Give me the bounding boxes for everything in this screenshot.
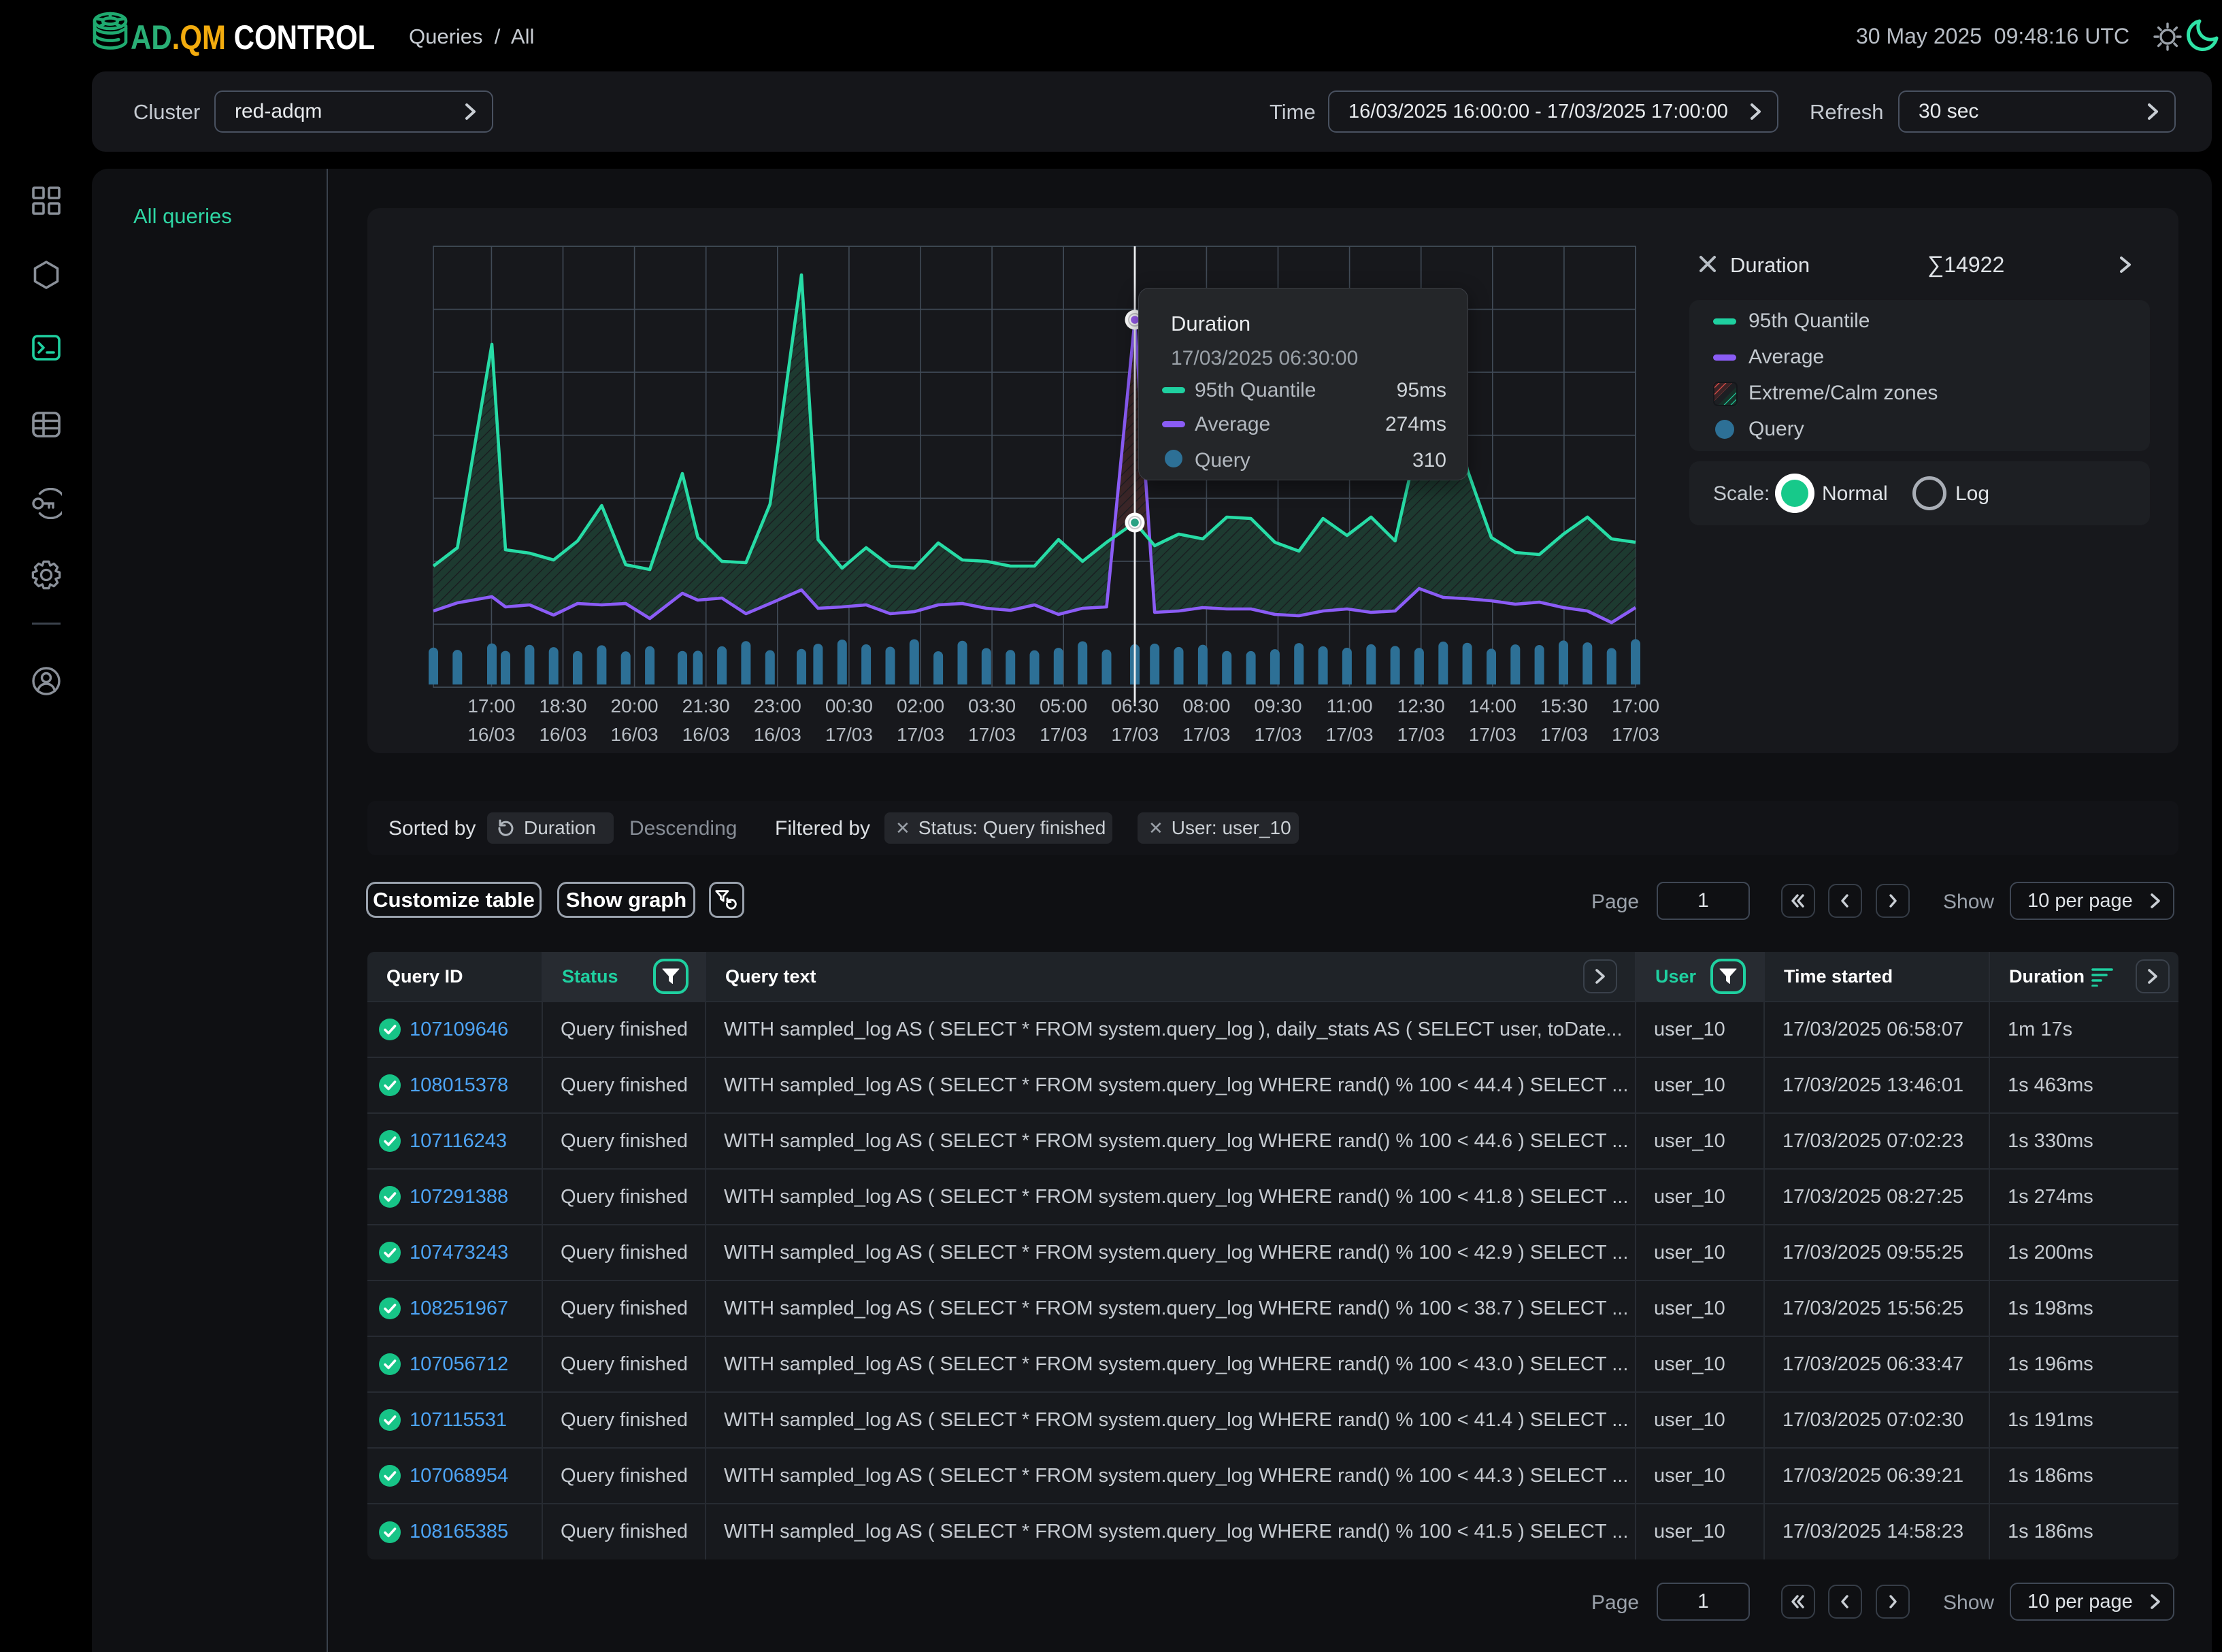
svg-text:00:30: 00:30 (825, 695, 873, 716)
svg-text:23:00: 23:00 (754, 695, 801, 716)
svg-text:17:00: 17:00 (467, 695, 515, 716)
svg-text:17/03: 17/03 (1326, 724, 1374, 745)
svg-text:05:00: 05:00 (1040, 695, 1087, 716)
svg-text:03:30: 03:30 (968, 695, 1016, 716)
svg-text:20:00: 20:00 (611, 695, 659, 716)
svg-text:18:30: 18:30 (539, 695, 586, 716)
svg-text:09:30: 09:30 (1254, 695, 1301, 716)
svg-text:15:30: 15:30 (1540, 695, 1588, 716)
svg-text:08:00: 08:00 (1182, 695, 1230, 716)
svg-text:21:30: 21:30 (682, 695, 730, 716)
svg-text:17/03: 17/03 (1254, 724, 1301, 745)
svg-text:17/03: 17/03 (1612, 724, 1659, 745)
svg-text:02:00: 02:00 (897, 695, 944, 716)
svg-text:17/03: 17/03 (968, 724, 1016, 745)
svg-text:17/03: 17/03 (1397, 724, 1445, 745)
svg-text:16/03: 16/03 (682, 724, 730, 745)
svg-text:16/03: 16/03 (611, 724, 659, 745)
svg-text:17/03: 17/03 (1182, 724, 1230, 745)
svg-text:14:00: 14:00 (1469, 695, 1516, 716)
svg-text:17/03: 17/03 (897, 724, 944, 745)
svg-text:16/03: 16/03 (467, 724, 515, 745)
svg-text:17/03: 17/03 (1540, 724, 1588, 745)
svg-text:17/03: 17/03 (825, 724, 873, 745)
svg-text:12:30: 12:30 (1397, 695, 1445, 716)
svg-text:16/03: 16/03 (539, 724, 586, 745)
svg-text:17/03: 17/03 (1111, 724, 1159, 745)
svg-text:16/03: 16/03 (754, 724, 801, 745)
svg-text:06:30: 06:30 (1111, 695, 1159, 716)
svg-text:17/03: 17/03 (1040, 724, 1087, 745)
svg-text:11:00: 11:00 (1327, 695, 1373, 716)
svg-text:17:00: 17:00 (1612, 695, 1659, 716)
svg-text:17/03: 17/03 (1469, 724, 1516, 745)
